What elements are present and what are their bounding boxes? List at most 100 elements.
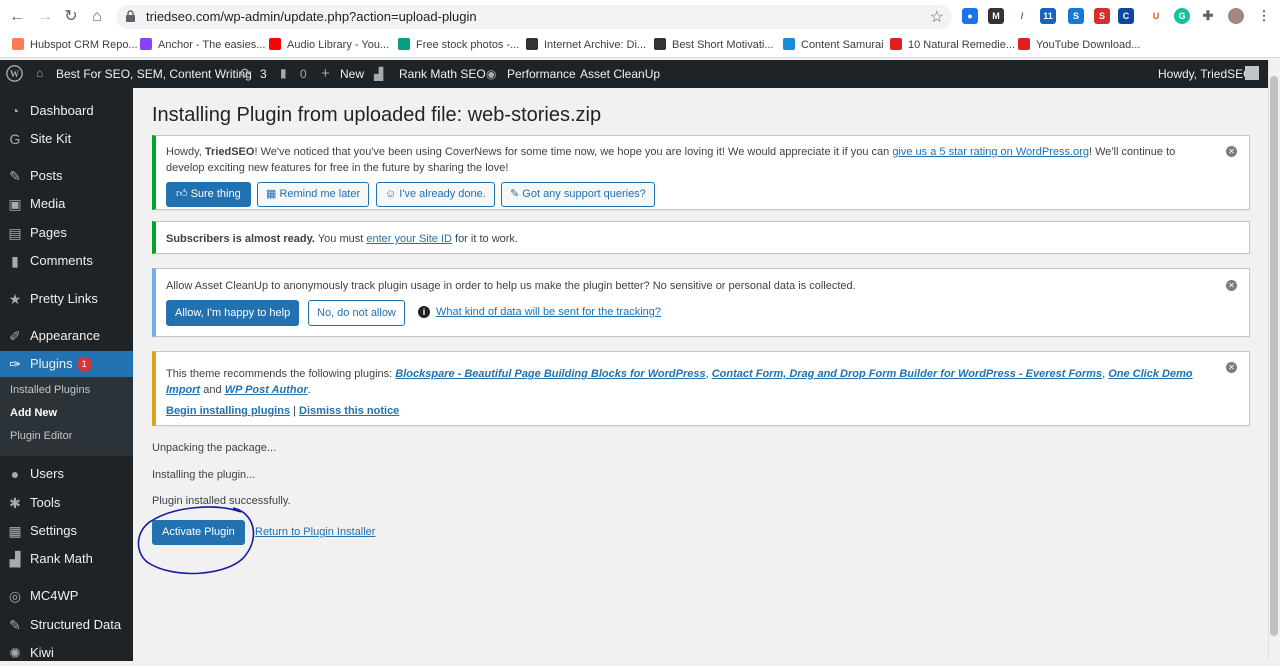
- bookmark-favicon-icon: [1018, 38, 1030, 50]
- extension-icon[interactable]: C: [1118, 8, 1134, 24]
- forward-icon[interactable]: →: [36, 8, 54, 26]
- extension-icon[interactable]: S: [1094, 8, 1110, 24]
- google-icon: G: [9, 131, 21, 147]
- bookmarks-bar: Hubspot CRM Repo... Anchor - The easies..…: [0, 34, 1280, 58]
- sidebar-item-plugins[interactable]: ✑ Plugins 1: [0, 351, 133, 377]
- bookmark-favicon-icon: [140, 38, 152, 50]
- sidebar-item-label: Comments: [30, 253, 93, 268]
- theme-plugins-notice: This theme recommends the following plug…: [152, 351, 1250, 426]
- main-content: Installing Plugin from uploaded file: we…: [133, 88, 1268, 661]
- bookmark-item[interactable]: 10 Natural Remedie...: [890, 38, 1015, 51]
- bookmark-item[interactable]: Free stock photos -...: [398, 38, 519, 51]
- sidebar-item-comments[interactable]: ▮ Comments: [0, 248, 133, 274]
- extension-icon[interactable]: S: [1068, 8, 1084, 24]
- tracking-info-link[interactable]: What kind of data will be sent for the t…: [436, 306, 661, 318]
- wordpress-logo-icon[interactable]: W: [6, 65, 23, 85]
- sidebar-item-pages[interactable]: ▤ Pages: [0, 220, 133, 246]
- updates-count[interactable]: 3: [260, 67, 267, 81]
- bookmark-star-icon[interactable]: ☆: [930, 7, 944, 27]
- close-icon[interactable]: ✕: [1226, 146, 1237, 157]
- sidebar-item-pretty-links[interactable]: ★ Pretty Links: [0, 286, 133, 312]
- howdy-link[interactable]: Howdy, TriedSEO: [1158, 67, 1252, 81]
- menu-icon[interactable]: ⋮: [1256, 8, 1272, 24]
- close-icon[interactable]: ✕: [1226, 280, 1237, 291]
- sidebar-item-dashboard[interactable]: ◔ Dashboard: [0, 98, 133, 124]
- sidebar-item-kiwi[interactable]: ✺ Kiwi: [0, 640, 133, 666]
- sidebar-item-media[interactable]: ▣ Media: [0, 191, 133, 217]
- sidebar-item-appearance[interactable]: ✐ Appearance: [0, 323, 133, 349]
- submenu-installed-plugins[interactable]: Installed Plugins: [10, 384, 90, 396]
- submenu-plugin-editor[interactable]: Plugin Editor: [10, 430, 72, 442]
- bookmark-favicon-icon: [526, 38, 538, 50]
- page-title: Installing Plugin from uploaded file: we…: [152, 104, 602, 126]
- sidebar-item-users[interactable]: ● Users: [0, 461, 133, 487]
- home-icon[interactable]: ⌂: [88, 8, 106, 26]
- extension-icon[interactable]: G: [1174, 8, 1190, 24]
- begin-installing-link[interactable]: Begin installing plugins: [166, 405, 290, 417]
- sidebar-item-site-kit[interactable]: G Site Kit: [0, 126, 133, 152]
- close-icon[interactable]: ✕: [1226, 362, 1237, 373]
- allow-tracking-button[interactable]: Allow, I'm happy to help: [166, 300, 300, 326]
- scrollbar-thumb[interactable]: [1270, 76, 1278, 636]
- brush-icon: ✐: [9, 328, 21, 344]
- bookmark-item[interactable]: Anchor - The easies...: [140, 38, 265, 51]
- bookmark-favicon-icon: [654, 38, 666, 50]
- submenu-add-new[interactable]: Add New: [10, 407, 57, 419]
- comment-icon[interactable]: ▮: [280, 66, 287, 80]
- extension-icon[interactable]: U: [1148, 8, 1164, 24]
- rankmath-link[interactable]: Rank Math SEO: [399, 67, 486, 81]
- support-button[interactable]: ✎ Got any support queries?: [501, 182, 655, 207]
- comments-count[interactable]: 0: [300, 67, 307, 81]
- bookmark-item[interactable]: Hubspot CRM Repo...: [12, 38, 138, 51]
- bookmark-item[interactable]: YouTube Download...: [1018, 38, 1140, 51]
- bookmark-item[interactable]: Best Short Motivati...: [654, 38, 773, 51]
- updates-icon[interactable]: ⟳: [240, 65, 252, 82]
- back-icon[interactable]: ←: [8, 8, 26, 26]
- plugin-link-everest-forms[interactable]: Contact Form, Drag and Drop Form Builder…: [712, 368, 1102, 380]
- bookmark-item[interactable]: Internet Archive: Di...: [526, 38, 646, 51]
- already-done-button[interactable]: ☺ I've already done.: [376, 182, 495, 207]
- assetcleanup-link[interactable]: Asset CleanUp: [580, 67, 660, 81]
- sidebar-item-label: Users: [30, 466, 64, 481]
- hand-drawn-circle-annotation: [137, 506, 255, 575]
- performance-link[interactable]: Performance: [507, 67, 576, 81]
- sidebar-item-rank-math[interactable]: ▟ Rank Math: [0, 546, 133, 572]
- reload-icon[interactable]: ↻: [62, 8, 80, 26]
- sidebar-item-settings[interactable]: ▦ Settings: [0, 518, 133, 544]
- sidebar-item-label: Kiwi: [30, 645, 54, 660]
- site-id-link[interactable]: enter your Site ID: [366, 233, 452, 245]
- edit-icon: ✎: [510, 188, 523, 200]
- mc4wp-icon: ◎: [8, 588, 22, 604]
- sidebar-item-posts[interactable]: ✎ Posts: [0, 163, 133, 189]
- site-name-link[interactable]: Best For SEO, SEM, Content Writing: [56, 67, 252, 81]
- new-link[interactable]: New: [340, 67, 364, 81]
- rating-link[interactable]: give us a 5 star rating on WordPress.org: [892, 146, 1089, 158]
- bookmark-item[interactable]: Audio Library - You...: [269, 38, 389, 51]
- deny-tracking-button[interactable]: No, do not allow: [308, 300, 405, 326]
- bookmark-item[interactable]: Content Samurai: [783, 38, 884, 51]
- plugin-link-blockspare[interactable]: Blockspare - Beautiful Page Building Blo…: [395, 368, 705, 380]
- sure-thing-button[interactable]: 👍︎ Sure thing: [166, 182, 251, 207]
- extension-icon[interactable]: 11: [1040, 8, 1056, 24]
- extension-icon[interactable]: ●: [962, 8, 978, 24]
- puzzle-icon[interactable]: ✚: [1200, 8, 1216, 24]
- extension-icon[interactable]: M: [988, 8, 1004, 24]
- sidebar-item-label: Rank Math: [30, 551, 93, 566]
- address-bar[interactable]: triedseo.com/wp-admin/update.php?action=…: [116, 5, 952, 29]
- sidebar-item-label: Plugins: [30, 356, 73, 371]
- avatar[interactable]: [1228, 8, 1244, 24]
- user-avatar[interactable]: [1245, 66, 1259, 80]
- sidebar-item-label: Dashboard: [30, 103, 94, 118]
- sidebar-item-mc4wp[interactable]: ◎ MC4WP: [0, 583, 133, 609]
- sidebar-item-structured-data[interactable]: ✎ Structured Data: [0, 612, 133, 638]
- pin-icon: ✎: [9, 617, 21, 633]
- plus-icon[interactable]: +: [321, 65, 330, 82]
- remind-later-button[interactable]: ▦ Remind me later: [257, 182, 370, 207]
- plugin-link-wp-post-author[interactable]: WP Post Author: [225, 384, 308, 396]
- sidebar-item-label: Posts: [30, 168, 63, 183]
- sidebar-item-tools[interactable]: ✱ Tools: [0, 490, 133, 516]
- return-to-installer-link[interactable]: Return to Plugin Installer: [255, 526, 375, 538]
- subscribers-notice: Subscribers is almost ready. You must en…: [152, 221, 1250, 254]
- dismiss-notice-link[interactable]: Dismiss this notice: [299, 405, 399, 417]
- extension-icon[interactable]: /: [1014, 8, 1030, 24]
